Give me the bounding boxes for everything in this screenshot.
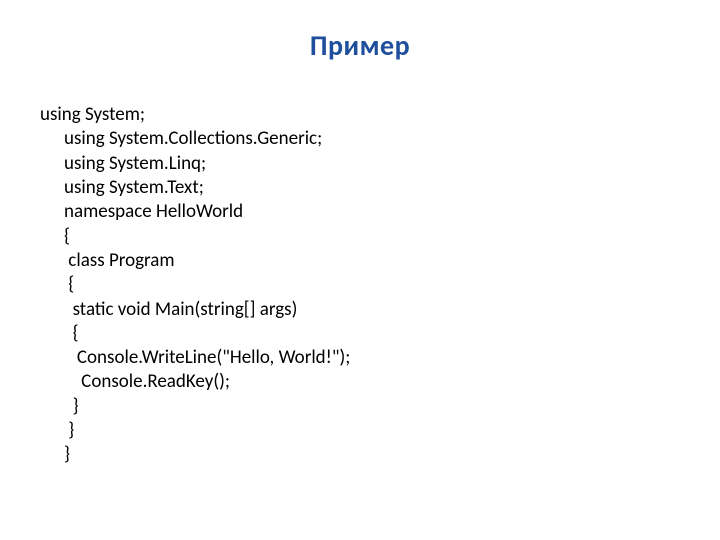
code-line: { — [40, 322, 720, 346]
code-line: using System.Linq; — [40, 152, 720, 176]
slide-title: Пример — [0, 0, 720, 103]
code-example: using System; using System.Collections.G… — [0, 103, 720, 468]
code-line: using System.Collections.Generic; — [40, 127, 720, 151]
code-line: using System.Text; — [40, 176, 720, 200]
code-line: static void Main(string[] args) — [40, 298, 720, 322]
code-line: } — [40, 419, 720, 443]
code-line: } — [40, 395, 720, 419]
code-line: { — [40, 273, 720, 297]
code-line: } — [40, 443, 720, 467]
code-line: Console.ReadKey(); — [40, 370, 720, 394]
code-line: namespace HelloWorld — [40, 200, 720, 224]
code-line: using System; — [40, 103, 720, 127]
code-line: { — [40, 225, 720, 249]
code-line: Console.WriteLine("Hello, World!"); — [40, 346, 720, 370]
code-line: class Program — [40, 249, 720, 273]
